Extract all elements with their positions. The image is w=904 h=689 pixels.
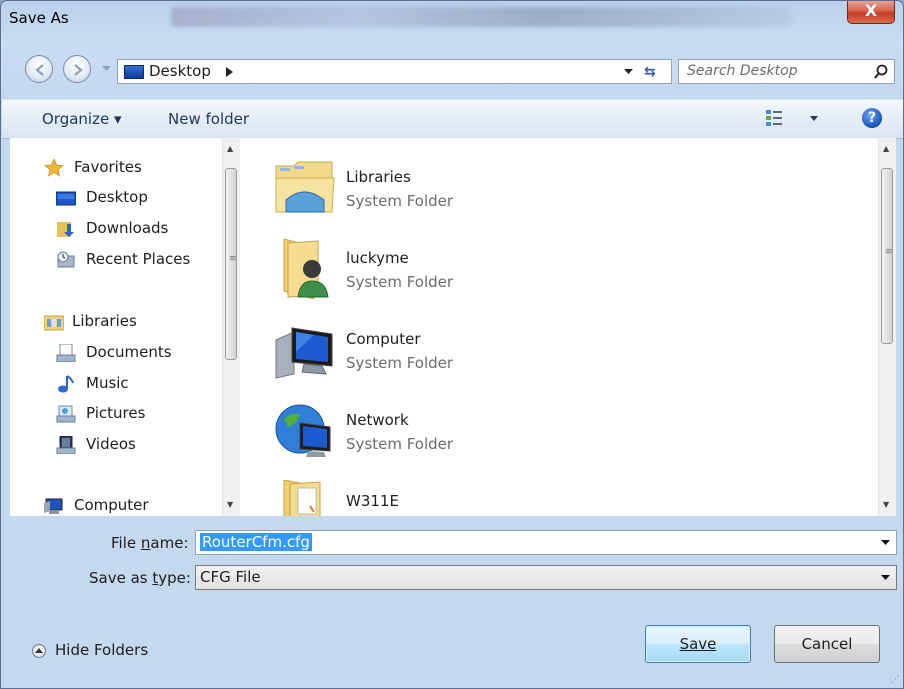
nav-item-label: Computer <box>74 496 149 514</box>
title-bar: Save As X <box>1 1 903 33</box>
search-icon[interactable] <box>874 64 889 79</box>
file-name-field[interactable]: RouterCfm.cfg <box>195 530 897 555</box>
file-type: System Folder <box>346 435 454 453</box>
window-title: Save As <box>9 9 69 27</box>
nav-item-label: Desktop <box>86 188 148 206</box>
nav-item-label: Favorites <box>74 158 142 176</box>
file-name-text-wrapper: RouterCfm.cfg <box>200 533 312 551</box>
file-item-libraries[interactable]: Libraries System Folder <box>274 156 674 230</box>
grip-icon: ≡ <box>885 247 893 257</box>
resize-grip-icon[interactable]: ⋰ <box>891 675 900 685</box>
change-view-icon[interactable] <box>765 109 783 127</box>
file-item-luckyme[interactable]: luckyme System Folder <box>274 237 674 311</box>
file-name: Computer <box>346 330 421 348</box>
forward-button[interactable] <box>63 55 91 83</box>
downloads-icon <box>57 222 74 237</box>
desktop-icon <box>56 191 76 206</box>
file-name-dropdown-icon[interactable] <box>881 540 890 546</box>
address-location[interactable]: Desktop <box>149 62 211 80</box>
file-name-value[interactable]: RouterCfm.cfg <box>200 533 312 551</box>
file-type: System Folder <box>346 354 454 372</box>
scrollbar-thumb[interactable]: ≡ <box>881 168 893 344</box>
save-as-type-label: Save as type: <box>89 569 191 587</box>
collapse-arrow-icon <box>35 648 43 653</box>
file-list-scrollbar[interactable]: ▲ ≡ ▼ <box>878 138 896 516</box>
file-name: Libraries <box>346 168 411 186</box>
back-button[interactable] <box>25 55 53 83</box>
back-arrow-icon <box>35 64 44 76</box>
scrollbar-thumb[interactable]: ≡ <box>225 168 237 360</box>
save-as-type-value: CFG File <box>200 568 261 586</box>
computer-icon <box>275 327 333 379</box>
nav-item-label: Documents <box>86 343 172 361</box>
desktop-icon <box>124 65 144 79</box>
grip-icon: ≡ <box>229 254 237 264</box>
file-name: luckyme <box>346 249 409 267</box>
address-dropdown-icon[interactable] <box>624 69 633 75</box>
recent-locations-dropdown-icon[interactable] <box>102 66 111 72</box>
search-input[interactable]: Search Desktop <box>687 63 798 79</box>
hide-folders-label: Hide Folders <box>55 641 149 659</box>
computer-icon <box>44 498 63 514</box>
file-name-label: File name: <box>111 534 189 552</box>
scroll-down-arrow-icon[interactable]: ▼ <box>227 500 233 509</box>
videos-icon <box>56 436 76 454</box>
breadcrumb-arrow-icon[interactable] <box>226 67 233 77</box>
network-icon <box>275 404 331 457</box>
nav-item-label: Libraries <box>72 312 137 330</box>
file-item-computer[interactable]: Computer System Folder <box>274 318 674 392</box>
help-icon[interactable]: ? <box>862 108 882 128</box>
file-item-network[interactable]: Network System Folder <box>274 399 674 473</box>
refresh-icon[interactable]: ⇆ <box>644 64 656 80</box>
navigation-bar: Desktop ⇆ Search Desktop <box>1 51 903 91</box>
scroll-up-arrow-icon[interactable]: ▲ <box>227 144 233 153</box>
save-as-dialog: Save As X Desktop ⇆ Search Desktop Organ <box>0 0 904 689</box>
browser-area: Favorites Desktop Downloads Recent Place… <box>10 138 896 516</box>
scroll-up-arrow-icon[interactable]: ▲ <box>883 144 889 153</box>
cancel-button[interactable]: Cancel <box>774 625 880 663</box>
save-as-type-select[interactable]: CFG File <box>195 565 897 590</box>
navigation-pane-scrollbar[interactable]: ▲ ≡ ▼ <box>222 138 240 516</box>
star-icon <box>44 159 64 177</box>
libraries-icon <box>44 315 64 331</box>
forward-arrow-icon <box>74 64 83 76</box>
title-bar-background <box>171 7 791 27</box>
save-as-type-dropdown-icon[interactable] <box>881 575 890 581</box>
nav-item-label: Recent Places <box>86 250 191 268</box>
command-toolbar: Organize ▾ New folder ? <box>2 99 903 139</box>
nav-item-label: Downloads <box>86 219 169 237</box>
nav-item-label: Pictures <box>86 404 146 422</box>
search-box[interactable]: Search Desktop <box>678 59 895 84</box>
scroll-down-arrow-icon[interactable]: ▼ <box>883 500 889 509</box>
new-folder-button[interactable]: New folder <box>168 110 249 128</box>
music-icon <box>58 375 74 393</box>
user-folder-icon <box>283 238 329 299</box>
folder-icon <box>283 480 321 516</box>
file-item-w311e[interactable]: W311E <box>274 480 674 516</box>
file-name: Network <box>346 411 409 429</box>
pictures-icon <box>56 405 76 423</box>
navigation-pane: Favorites Desktop Downloads Recent Place… <box>10 138 242 516</box>
documents-icon <box>56 344 76 362</box>
nav-item-label: Music <box>86 374 129 392</box>
recent-places-icon <box>57 251 75 268</box>
libraries-folder-icon <box>275 161 335 213</box>
nav-item-label: Videos <box>86 435 136 453</box>
close-button[interactable]: X <box>847 1 895 24</box>
file-list: Libraries System Folder luckyme System F… <box>258 138 896 516</box>
file-type: System Folder <box>346 192 454 210</box>
view-options-dropdown-icon[interactable] <box>810 116 818 121</box>
organize-menu-button[interactable]: Organize ▾ <box>42 110 122 128</box>
save-button[interactable]: Save <box>645 625 751 663</box>
save-button-label: Save <box>679 635 717 653</box>
file-name: W311E <box>346 492 399 510</box>
file-type: System Folder <box>346 273 454 291</box>
address-bar[interactable]: Desktop ⇆ <box>117 59 672 84</box>
